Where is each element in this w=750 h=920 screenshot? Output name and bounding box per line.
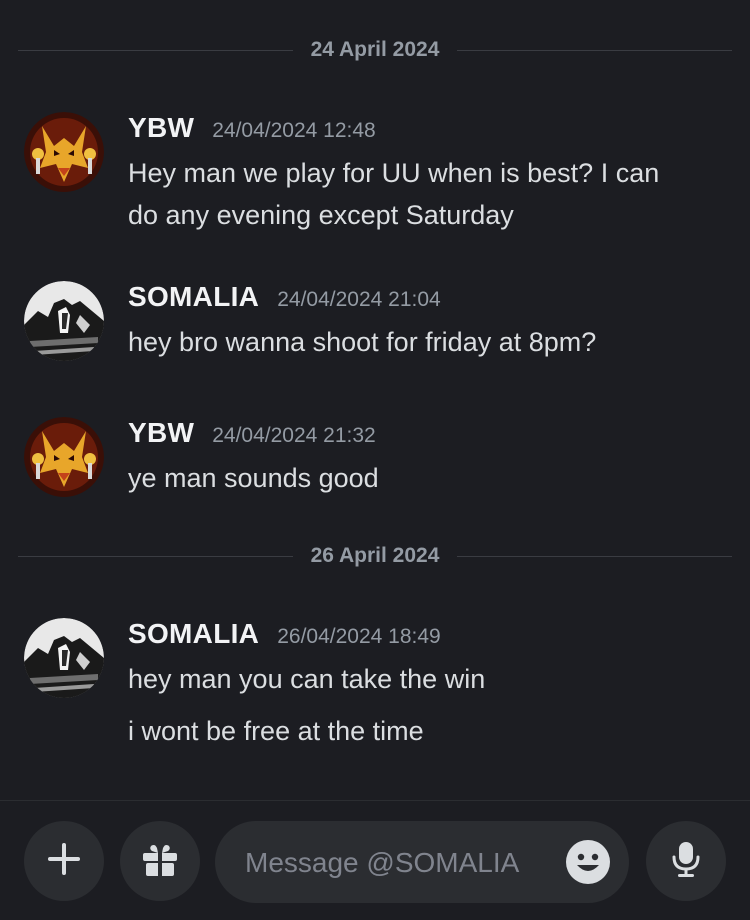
message-line: hey bro wanna shoot for friday at 8pm? [128,327,597,357]
message-text: Hey man we play for UU when is best? I c… [128,152,728,236]
avatar-somalia[interactable] [24,281,104,361]
author-name[interactable]: SOMALIA [128,618,259,650]
composer-bar [0,800,750,920]
message-line: do any evening except Saturday [128,200,514,230]
author-name[interactable]: YBW [128,112,194,144]
message-text: i wont be free at the time [128,710,728,752]
message-text: hey man you can take the win [128,658,728,700]
message-timestamp: 24/04/2024 21:32 [212,424,376,447]
message-line: hey man you can take the win [128,664,486,694]
author-name[interactable]: SOMALIA [128,281,259,313]
message-line: ye man sounds good [128,463,379,493]
message-body: YBW 24/04/2024 12:48 Hey man we play for… [128,112,728,236]
date-divider-label: 26 April 2024 [310,544,440,567]
message-line: i wont be free at the time [128,716,424,746]
gift-icon [140,839,180,884]
divider-line [457,555,732,557]
voice-message-button[interactable] [646,821,726,901]
microphone-icon [666,839,706,884]
divider-line [18,555,293,557]
emoji-button[interactable] [565,839,611,885]
avatar-somalia[interactable] [24,618,104,698]
message-body: YBW 24/04/2024 21:32 ye man sounds good [128,417,728,499]
author-name[interactable]: YBW [128,417,194,449]
message-text: ye man sounds good [128,457,728,499]
divider-line [457,49,732,51]
message-text: hey bro wanna shoot for friday at 8pm? [128,321,728,363]
message-header: SOMALIA 26/04/2024 18:49 [128,618,728,652]
message-list[interactable]: 24 April 2024 YBW 24/04/2024 12:48 Hey m… [0,0,750,800]
divider-line [18,49,293,51]
message-header: YBW 24/04/2024 21:32 [128,417,728,451]
message-timestamp: 26/04/2024 18:49 [277,625,441,648]
message-timestamp: 24/04/2024 12:48 [212,119,376,142]
avatar-ybw[interactable] [24,417,104,497]
message-line: Hey man we play for UU when is best? I c… [128,158,660,188]
message-timestamp: 24/04/2024 21:04 [277,288,441,311]
message-input-container [215,821,629,905]
message-header: SOMALIA 24/04/2024 21:04 [128,281,728,315]
message-body: SOMALIA 24/04/2024 21:04 hey bro wanna s… [128,281,728,363]
date-divider-label: 24 April 2024 [310,38,440,61]
date-divider: 24 April 2024 [18,38,732,61]
avatar-ybw[interactable] [24,112,104,192]
message-body: SOMALIA 26/04/2024 18:49 hey man you can… [128,618,728,752]
date-divider: 26 April 2024 [18,544,732,567]
message-header: YBW 24/04/2024 12:48 [128,112,728,146]
message-input[interactable] [243,821,557,905]
add-attachment-button[interactable] [24,821,104,901]
emoji-icon [565,840,611,889]
plus-icon [44,839,84,884]
gift-button[interactable] [120,821,200,901]
